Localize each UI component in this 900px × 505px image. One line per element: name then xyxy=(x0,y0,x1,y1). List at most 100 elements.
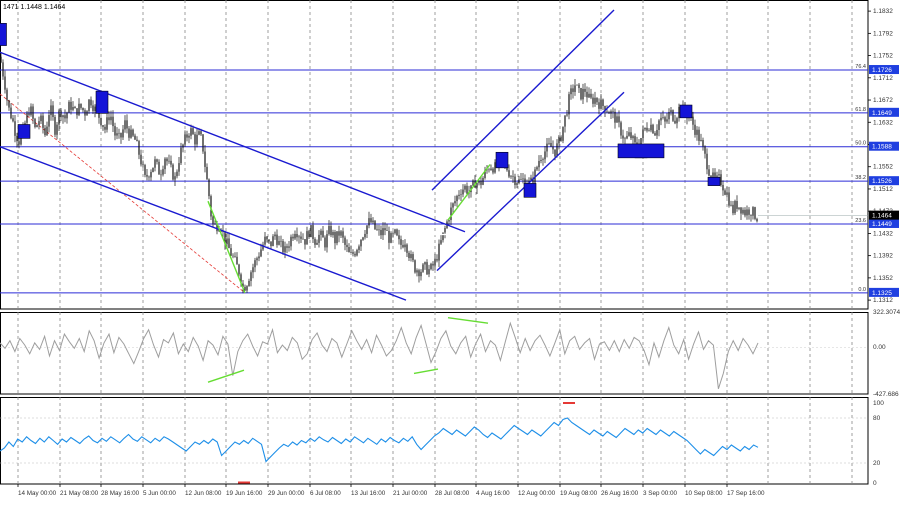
candle-body xyxy=(698,129,700,141)
candle-body xyxy=(182,144,184,148)
candle-body xyxy=(336,231,338,244)
current-price-label: 1.1464 xyxy=(872,213,892,220)
time-tick-label: 5 Jun 00:00 xyxy=(143,490,176,497)
green-divergence-line xyxy=(447,164,491,221)
candle-body xyxy=(140,154,142,165)
candle-body xyxy=(272,236,274,247)
candle-body xyxy=(586,91,588,98)
candle-body xyxy=(112,116,114,127)
candle-body xyxy=(56,124,58,135)
candle-body xyxy=(30,106,32,116)
candle-body xyxy=(80,103,82,108)
candle-body xyxy=(552,146,554,150)
candle-body xyxy=(12,118,14,122)
candle-body xyxy=(102,125,104,127)
candle-body xyxy=(188,135,190,138)
candle-body xyxy=(564,115,566,127)
time-tick-label: 17 Sep 16:00 xyxy=(727,490,765,497)
candle-body xyxy=(428,269,430,275)
candle-body xyxy=(8,100,10,108)
candle-body xyxy=(316,242,318,245)
candle-body xyxy=(400,239,402,245)
candle-body xyxy=(276,234,278,245)
candle-body xyxy=(40,115,42,122)
candle-body xyxy=(414,260,416,273)
candle-body xyxy=(340,231,342,236)
rsi-tick-label: 100 xyxy=(873,400,884,407)
green-divergence-line xyxy=(207,200,246,294)
candle-body xyxy=(348,247,350,253)
candle-body xyxy=(326,234,328,248)
candle-body xyxy=(148,176,150,178)
candle-body xyxy=(608,112,610,114)
candle-body xyxy=(300,236,302,239)
ohlc-header: 1471 1.1448 1.1464 xyxy=(3,4,65,11)
candle-body xyxy=(26,113,28,123)
candle-body xyxy=(404,244,406,248)
candle-body xyxy=(388,230,390,243)
time-tick-label: 19 Aug 08:00 xyxy=(560,490,598,497)
candle-body xyxy=(392,233,394,234)
zone-box xyxy=(679,104,693,119)
candle-body xyxy=(116,133,118,136)
candle-body xyxy=(100,117,102,126)
candle-body xyxy=(128,128,130,138)
candle-body xyxy=(436,259,438,261)
candle-body xyxy=(676,118,678,124)
candle-body xyxy=(490,168,492,170)
candle-body xyxy=(10,107,12,119)
candle-body xyxy=(602,99,604,107)
time-tick-label: 4 Aug 16:00 xyxy=(476,490,510,497)
candle-body xyxy=(748,209,750,215)
candle-body xyxy=(736,200,738,209)
candle-body xyxy=(616,116,618,123)
candle-body xyxy=(452,203,454,208)
candle-body xyxy=(718,174,720,176)
candle-body xyxy=(314,238,316,245)
candle-body xyxy=(274,234,276,237)
candle-body xyxy=(630,132,632,139)
candle-body xyxy=(90,99,92,106)
oscillator-green-line xyxy=(447,317,489,324)
price-tick-label: 1.1392 xyxy=(873,253,893,260)
candle-body xyxy=(0,56,2,63)
time-tick-label: 26 Aug 16:00 xyxy=(601,490,639,497)
price-tick-label: 1.1352 xyxy=(873,275,893,282)
candle-body xyxy=(622,135,624,139)
candle-body xyxy=(144,165,146,175)
candle-body xyxy=(536,167,538,170)
candle-body xyxy=(196,134,198,145)
candle-body xyxy=(282,241,284,253)
candle-body xyxy=(612,111,614,112)
candle-body xyxy=(164,158,166,170)
candle-body xyxy=(606,111,608,113)
candle-body xyxy=(136,139,138,142)
oscillator-tick-label: 322.3074 xyxy=(873,309,900,316)
candle-body xyxy=(14,121,16,136)
candle-body xyxy=(48,115,50,127)
zone-box xyxy=(495,151,509,169)
candle-body xyxy=(598,102,600,109)
candle-body xyxy=(308,231,310,238)
time-tick-label: 3 Sep 00:00 xyxy=(643,490,677,497)
candle-body xyxy=(444,227,446,233)
fib-price-label: 1.1726 xyxy=(872,67,892,74)
zone-box xyxy=(95,90,109,114)
candle-body xyxy=(58,110,60,125)
candle-body xyxy=(678,106,680,119)
candle-body xyxy=(588,93,590,98)
candle-body xyxy=(752,207,754,216)
candle-body xyxy=(634,136,636,143)
candle-body xyxy=(662,117,664,118)
candle-body xyxy=(142,164,144,166)
fib-level-pct: 38.2 xyxy=(855,175,866,181)
candle-body xyxy=(696,129,698,135)
candle-body xyxy=(360,239,362,247)
rsi-tick-label: 80 xyxy=(873,415,881,422)
candle-body xyxy=(368,218,370,226)
candle-body xyxy=(372,220,374,223)
rsi-tick-label: 20 xyxy=(873,460,881,467)
candle-body xyxy=(520,179,522,180)
candle-body xyxy=(380,229,382,236)
price-tick-label: 1.1672 xyxy=(873,97,893,104)
